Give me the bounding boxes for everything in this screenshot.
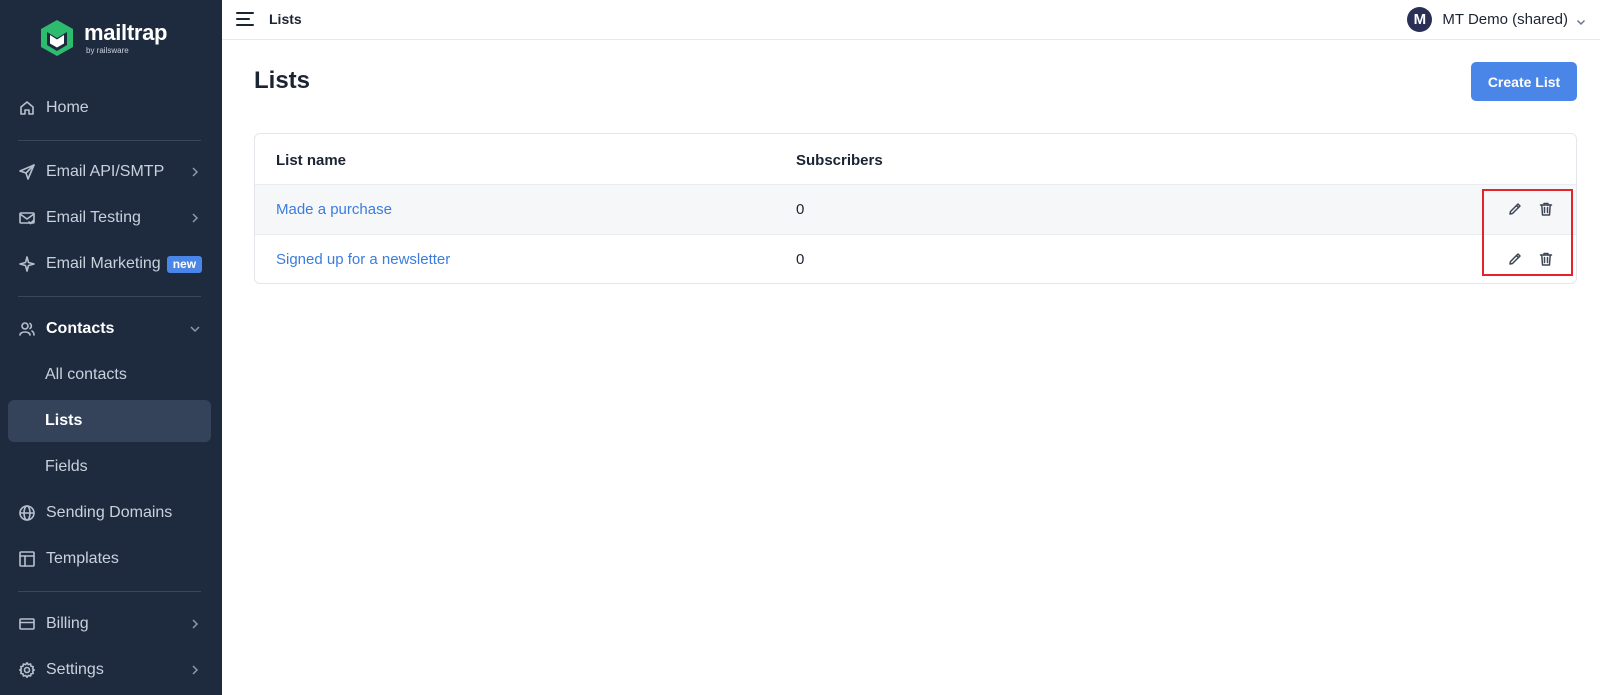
chevron-right-icon: [189, 165, 201, 177]
sidebar-item-home[interactable]: Home: [8, 87, 211, 129]
gear-icon: [18, 661, 36, 679]
send-icon: [18, 163, 36, 181]
create-list-button[interactable]: Create List: [1471, 62, 1577, 101]
sidebar-item-email-api-smtp[interactable]: Email API/SMTP: [8, 151, 211, 193]
chevron-right-icon: [189, 663, 201, 675]
email-check-icon: [18, 209, 36, 227]
users-icon: [18, 320, 36, 338]
topbar: Lists M MT Demo (shared): [222, 0, 1600, 40]
sidebar-item-label: Lists: [45, 412, 83, 429]
sidebar-item-email-marketing[interactable]: Email Marketing new: [8, 243, 211, 285]
chevron-down-icon: [189, 322, 201, 334]
mailtrap-logo[interactable]: mailtrap by railsware: [38, 17, 167, 59]
sidebar-item-templates[interactable]: Templates: [8, 538, 211, 580]
table-header: List name Subscribers: [255, 134, 1576, 184]
sidebar-item-label: Fields: [45, 458, 88, 475]
table-row: Signed up for a newsletter 0: [255, 234, 1576, 283]
avatar: M: [1407, 6, 1433, 32]
chevron-down-icon: [1576, 14, 1586, 26]
column-header-subscribers: Subscribers: [796, 152, 883, 169]
brand-tagline: by railsware: [86, 45, 129, 55]
sidebar-item-billing[interactable]: Billing: [8, 603, 211, 645]
sidebar-item-sending-domains[interactable]: Sending Domains: [8, 492, 211, 534]
breadcrumb: Lists: [269, 11, 302, 27]
subscriber-count: 0: [796, 201, 805, 218]
sidebar-divider: [18, 591, 201, 592]
sidebar-item-label: Home: [46, 99, 89, 116]
sidebar-divider: [18, 140, 201, 141]
sidebar-item-label: Email Marketing: [46, 255, 161, 272]
sidebar-item-settings[interactable]: Settings: [8, 649, 211, 691]
page-title: Lists: [254, 67, 311, 94]
sidebar: mailtrap by railsware Home Email API/SMT…: [0, 0, 222, 695]
chevron-right-icon: [189, 617, 201, 629]
brand-name: mailtrap: [84, 19, 168, 45]
menu-toggle-icon[interactable]: [236, 11, 254, 27]
lists-table: List name Subscribers Made a purchase 0 …: [254, 133, 1577, 284]
account-switcher[interactable]: M MT Demo (shared): [1407, 6, 1586, 32]
sidebar-item-label: All contacts: [45, 366, 127, 383]
sidebar-item-label: Email Testing: [46, 209, 141, 226]
sidebar-item-lists[interactable]: Lists: [8, 400, 211, 442]
sidebar-item-contacts[interactable]: Contacts: [8, 308, 211, 350]
sidebar-item-email-testing[interactable]: Email Testing: [8, 197, 211, 239]
annotation-highlight-box: [1482, 189, 1573, 276]
sidebar-item-fields[interactable]: Fields: [8, 446, 211, 488]
list-name-link[interactable]: Signed up for a newsletter: [276, 251, 450, 268]
globe-icon: [18, 504, 36, 522]
sidebar-item-label: Billing: [46, 615, 89, 632]
sidebar-item-all-contacts[interactable]: All contacts: [8, 354, 211, 396]
sidebar-item-label: Contacts: [46, 320, 115, 337]
home-icon: [18, 99, 36, 117]
template-icon: [18, 550, 36, 568]
subscriber-count: 0: [796, 251, 805, 268]
chevron-right-icon: [189, 211, 201, 223]
table-row: Made a purchase 0: [255, 184, 1576, 234]
card-icon: [18, 615, 36, 633]
sparkle-icon: [18, 255, 36, 273]
mailtrap-logo-icon: [41, 20, 73, 56]
account-name: MT Demo (shared): [1442, 10, 1568, 28]
list-name-link[interactable]: Made a purchase: [276, 201, 392, 218]
new-badge: new: [166, 255, 203, 273]
sidebar-item-label: Email API/SMTP: [46, 163, 165, 180]
sidebar-divider: [18, 296, 201, 297]
sidebar-item-label: Sending Domains: [46, 504, 173, 521]
sidebar-item-label: Settings: [46, 661, 104, 678]
column-header-list-name: List name: [276, 152, 347, 169]
sidebar-item-label: Templates: [46, 550, 119, 567]
